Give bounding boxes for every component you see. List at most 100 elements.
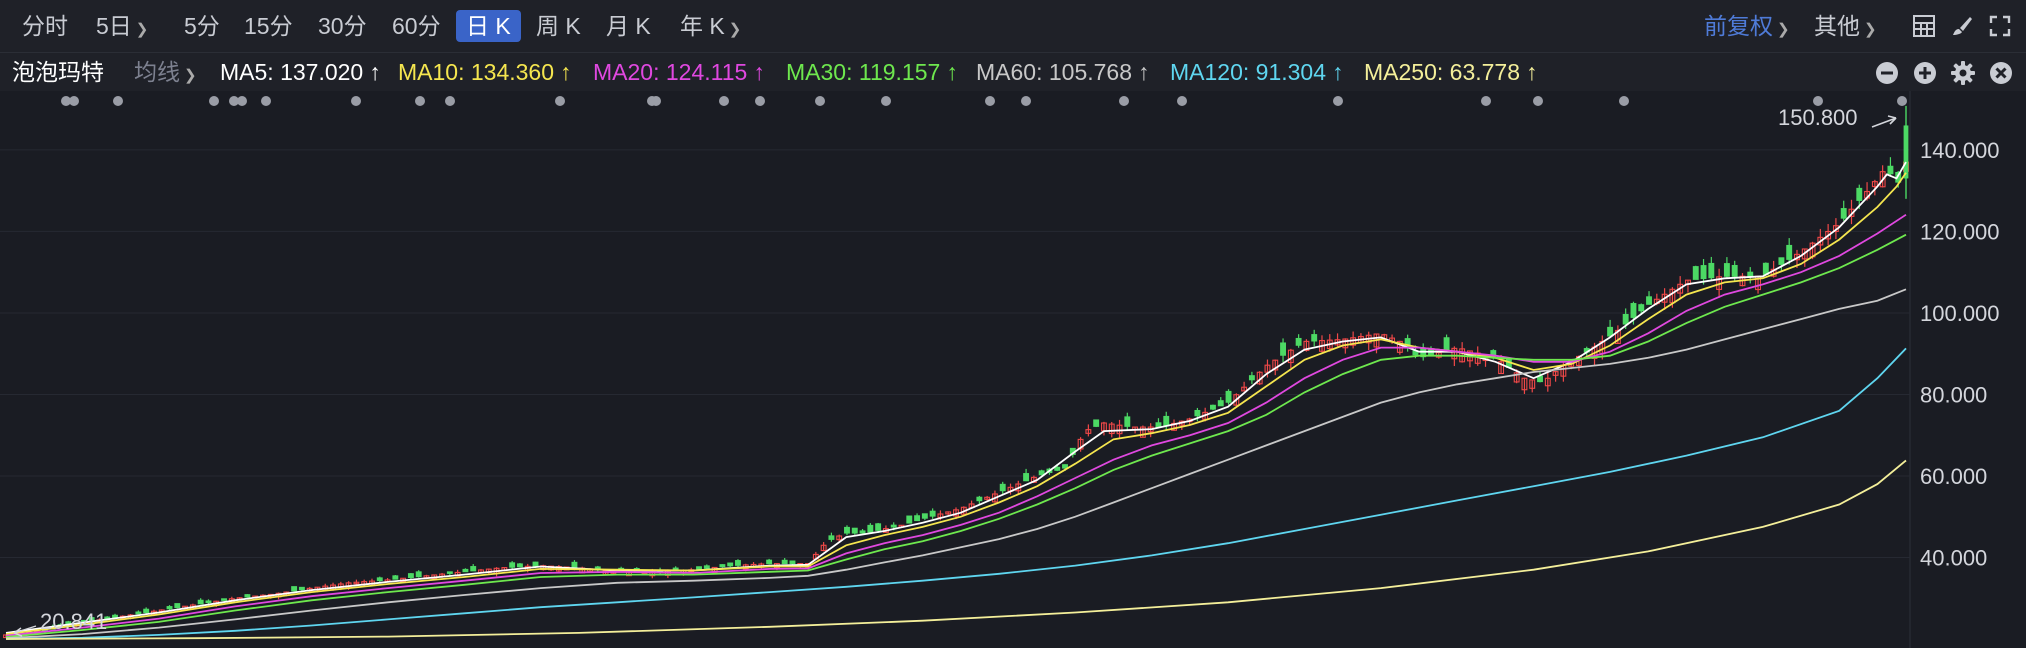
- candle-body: [1692, 266, 1699, 280]
- chevron-down-icon: ❯: [728, 21, 742, 38]
- event-marker-dot: [719, 96, 729, 106]
- tab-5day[interactable]: 5日 ❯: [96, 10, 148, 42]
- candle-body: [1038, 470, 1045, 476]
- event-marker-dot: [1481, 96, 1491, 106]
- period-toolbar: 分时 5日 ❯ 5分 15分 30分 60分 日 K 周 K 月 K 年 K ❯ 前…: [0, 0, 2026, 53]
- candle-body: [1607, 326, 1614, 337]
- tab-60min[interactable]: 60分: [392, 10, 441, 42]
- y-axis-labels: 140.000 120.000 100.000 80.000 60.000 40.000: [1920, 138, 2000, 571]
- event-marker-dot: [815, 96, 825, 106]
- minus-icon[interactable]: [1874, 60, 1900, 86]
- ma-legend-label: MA250:: [1364, 59, 1450, 85]
- candle-body: [921, 513, 928, 519]
- draw-brush-icon[interactable]: [1950, 14, 1974, 38]
- candle-body: [867, 524, 874, 533]
- max-price-label: 150.800: [1778, 105, 1858, 130]
- candle-body: [1840, 208, 1847, 219]
- tab-monthly-k[interactable]: 月 K: [606, 10, 651, 42]
- kline-chart[interactable]: 140.000120.000100.00080.00060.00040.000 …: [0, 91, 2026, 648]
- ma-legend-ma60: MA60: 105.768 ↑: [976, 57, 1150, 87]
- candle-body: [1124, 416, 1131, 427]
- chevron-down-icon: ❯: [184, 67, 197, 84]
- ma-legend-value: 124.115: [665, 59, 748, 85]
- up-arrow-icon: ↑: [1138, 59, 1150, 85]
- event-marker-dot: [1119, 96, 1129, 106]
- candle-body: [1023, 473, 1030, 482]
- candle-body: [446, 571, 453, 574]
- y-tick-label: 140.000: [1920, 138, 2000, 163]
- candle-body: [1210, 404, 1216, 410]
- tab-30min[interactable]: 30分: [318, 10, 367, 42]
- candle-body: [844, 526, 850, 534]
- ma-legend-value: 105.768: [1048, 59, 1133, 85]
- candle-body: [859, 530, 866, 534]
- candle-body: [851, 527, 858, 534]
- indicator-label: 均线: [134, 59, 180, 85]
- event-marker-dot: [209, 96, 219, 106]
- more-label: 其他: [1814, 13, 1860, 39]
- candle-body: [509, 562, 516, 568]
- tab-label: 5分: [184, 13, 220, 39]
- candle-body: [735, 560, 741, 566]
- candle-body: [1778, 257, 1785, 265]
- up-arrow-icon: ↑: [560, 59, 572, 85]
- ma-legend-value: 91.304: [1255, 59, 1327, 85]
- event-marker-dot: [1533, 96, 1543, 106]
- y-tick-label: 40.000: [1920, 545, 1987, 570]
- candle-body: [1646, 296, 1652, 305]
- candle-body: [1622, 313, 1629, 325]
- ma-line-ma60: [5, 288, 1907, 640]
- up-arrow-icon: ↑: [369, 59, 381, 85]
- close-icon[interactable]: [1988, 60, 2014, 86]
- candle-body: [1700, 265, 1707, 280]
- tab-weekly-k[interactable]: 周 K: [536, 10, 581, 42]
- plus-icon[interactable]: [1912, 60, 1938, 86]
- event-marker-dot: [415, 96, 425, 106]
- candle-body: [166, 606, 173, 610]
- event-marker-dot: [445, 96, 455, 106]
- candle-body: [205, 600, 212, 604]
- adjust-label: 前复权: [1704, 13, 1773, 39]
- ma-legend-value: 137.020: [280, 59, 364, 85]
- settings-gear-icon[interactable]: [1950, 60, 1976, 86]
- fullscreen-icon[interactable]: [1988, 14, 2012, 38]
- tab-daily-k[interactable]: 日 K: [456, 10, 521, 42]
- up-arrow-icon: ↑: [946, 59, 958, 85]
- candle-body: [1062, 464, 1068, 469]
- more-dropdown[interactable]: 其他 ❯: [1814, 10, 1877, 42]
- candle-body: [174, 603, 181, 609]
- candle-body: [1054, 466, 1061, 471]
- tab-fenshi[interactable]: 分时: [22, 10, 68, 42]
- candle-body: [766, 559, 773, 565]
- candle-body: [1723, 263, 1730, 277]
- ma-legend-ma20: MA20: 124.115 ↑: [593, 57, 765, 87]
- grid-layout-icon[interactable]: [1912, 14, 1936, 38]
- candle-body: [1786, 244, 1793, 260]
- tab-15min[interactable]: 15分: [244, 10, 293, 42]
- y-tick-label: 80.000: [1920, 382, 1987, 407]
- candle-body: [1443, 337, 1450, 351]
- candle-body: [407, 573, 414, 578]
- candle-body: [1217, 400, 1224, 407]
- tab-label: 15分: [244, 13, 293, 39]
- indicator-dropdown[interactable]: 均线 ❯: [134, 57, 197, 87]
- candle-body: [112, 614, 118, 619]
- candle-body: [1194, 409, 1201, 417]
- ma-line-ma5: [5, 161, 1907, 634]
- candle-body: [828, 535, 835, 540]
- candle-body: [1731, 264, 1738, 277]
- y-tick-label: 120.000: [1920, 219, 2000, 244]
- up-arrow-icon: ↑: [1526, 59, 1538, 85]
- tab-yearly-k[interactable]: 年 K ❯: [680, 10, 741, 42]
- candle-body: [1225, 390, 1232, 403]
- candle-body: [1163, 415, 1170, 427]
- candle-body: [929, 510, 936, 517]
- chevron-down-icon: ❯: [1777, 21, 1790, 38]
- candle-body: [532, 561, 539, 567]
- candle-body: [1295, 337, 1302, 346]
- min-price-label: 20.841: [40, 609, 107, 634]
- candle-body: [875, 523, 882, 531]
- tab-5min[interactable]: 5分: [184, 10, 220, 42]
- ma-legend-ma10: MA10: 134.360 ↑: [398, 57, 572, 87]
- adjust-dropdown[interactable]: 前复权 ❯: [1704, 10, 1790, 42]
